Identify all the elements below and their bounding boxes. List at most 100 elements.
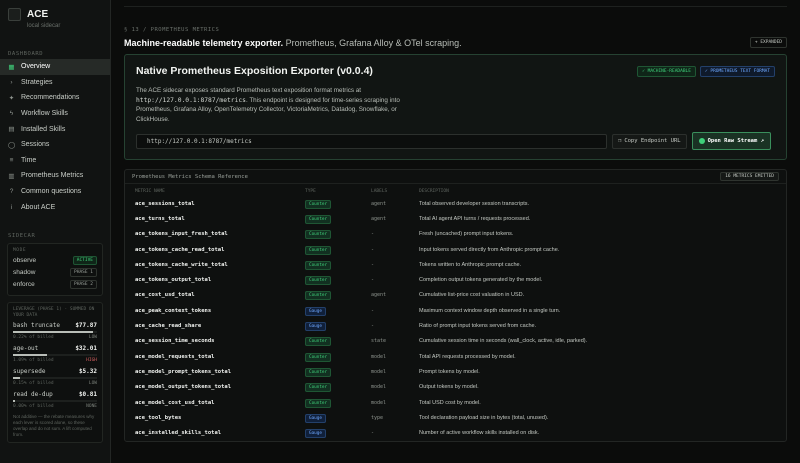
metric-type-cell: Counter [305, 334, 371, 349]
table-row[interactable]: ace_cost_usd_total Counter agent Cumulative… [125, 288, 786, 303]
metric-type-pill: Counter [305, 245, 332, 255]
sidebar-item-installed-skills[interactable]: ▤ Installed Skills [0, 121, 110, 137]
table-row[interactable]: ace_session_time_seconds Counter state Cumu… [125, 334, 786, 349]
metric-type-pill: Counter [305, 398, 332, 408]
sidebar-item-recommendations[interactable]: ✦ Recommendations [0, 90, 110, 106]
metric-type-pill: Gauge [305, 322, 326, 332]
table-row[interactable]: ace_model_output_tokens_total Counter mode… [125, 380, 786, 395]
leverage-name: read de-dup [13, 390, 53, 398]
sidebar-item-label: Prometheus Metrics [21, 172, 84, 180]
table-row[interactable]: ace_turns_total Counter agent Total AI agen… [125, 211, 786, 226]
sidebar-item-strategies[interactable]: › Strategies [0, 75, 110, 91]
schema-title: Prometheus Metrics Schema Reference [132, 173, 248, 180]
table-row[interactable]: ace_installed_skills_total Gauge - Number o… [125, 425, 786, 440]
leverage-bar [13, 330, 97, 333]
metric-labels: - [371, 277, 375, 284]
metric-type-pill: Counter [305, 276, 332, 286]
stack-icon: ▤ [8, 126, 15, 134]
leverage-share: 0.00% of billed [13, 403, 54, 409]
table-row[interactable]: ace_tokens_input_fresh_total Counter - Fres… [125, 227, 786, 242]
table-row[interactable]: ace_model_requests_total Counter model Tota… [125, 349, 786, 364]
metric-labels: agent [371, 200, 387, 207]
leverage-value: $77.87 [75, 321, 97, 329]
brand[interactable]: ACE [0, 0, 110, 21]
copy-icon: ❐ [618, 138, 622, 144]
metric-description: Output tokens by model. [419, 384, 479, 391]
mode-row-observe[interactable]: observe ACTIVE [13, 255, 97, 267]
leverage-name: bash truncate [13, 321, 60, 329]
leverage-item: supersede $5.32 0.15% of billed LOW [13, 368, 97, 386]
sidebar-item-overview[interactable]: ▦ Overview [0, 59, 110, 75]
table-row[interactable]: ace_tokens_cache_read_total Counter - Input… [125, 242, 786, 257]
copy-endpoint-button[interactable]: ❐ Copy Endpoint URL [612, 133, 687, 149]
sidebar-item-label: Overview [21, 63, 51, 71]
metric-labels: agent [371, 292, 387, 299]
sidebar-nav: ▦ Overview › Strategies ✦ Recommendations ϟ Wor… [0, 59, 110, 215]
table-row[interactable]: ace_tokens_cache_write_total Counter - Toke… [125, 257, 786, 272]
sidebar-item-label: Installed Skills [21, 125, 66, 133]
info-icon: i [10, 203, 13, 211]
leverage-item: read de-dup $0.81 0.00% of billed NONE [13, 391, 97, 409]
metric-name: ace_model_prompt_tokens_total [135, 368, 232, 375]
metric-labels: model [371, 353, 387, 360]
leverage-tag: NONE [86, 403, 97, 409]
metric-labels: state [371, 338, 387, 345]
metric-labels: model [371, 399, 387, 406]
main-content: § 13 / PROMETHEUS METRICS Machine-readab… [111, 0, 800, 463]
question-icon: ? [9, 188, 14, 196]
table-row[interactable]: ace_cache_read_share Gauge - Ratio of promp… [125, 318, 786, 333]
live-dot-icon [698, 138, 705, 144]
leverage-value: $32.01 [75, 344, 97, 352]
grid-icon: ▦ [8, 63, 15, 71]
metric-description: Cumulative list-price cost valuation in … [419, 292, 525, 299]
metric-name: ace_model_requests_total [135, 353, 215, 360]
metric-description: Prompt tokens by model. [419, 368, 480, 375]
metric-description: Input tokens served directly from Anthro… [419, 246, 560, 253]
open-raw-stream-button[interactable]: Open Raw Stream ↗ [691, 132, 771, 150]
sidebar-item-sessions[interactable]: ◯ Sessions [0, 137, 110, 153]
metric-type-cell: Counter [305, 257, 371, 272]
sidebar-item-prometheus-metrics[interactable]: ▥ Prometheus Metrics [0, 168, 110, 184]
mode-row-shadow[interactable]: shadow PHASE 1 [13, 267, 97, 279]
metric-description: Tokens written to Anthropic prompt cache… [419, 261, 522, 268]
expand-button[interactable]: + EXPANDED [749, 37, 787, 48]
leverage-tag: HIGH [86, 357, 97, 363]
metric-type-cell: Counter [305, 349, 371, 364]
sidebar-item-about-ace[interactable]: i About ACE [0, 199, 110, 215]
copy-endpoint-label: Copy Endpoint URL [624, 138, 681, 144]
metric-labels: - [371, 246, 375, 253]
metric-type-pill: Counter [305, 352, 332, 362]
open-raw-stream-label: Open Raw Stream ↗ [707, 138, 764, 144]
sidebar-item-label: Strategies [21, 78, 53, 86]
metrics-table: METRIC NAME TYPE LABELS DESCRIPTION ace_… [125, 184, 786, 441]
mode-row-enforce[interactable]: enforce PHASE 2 [13, 279, 97, 291]
metric-type-cell: Counter [305, 288, 371, 303]
sidebar-item-workflow-skills[interactable]: ϟ Workflow Skills [0, 106, 110, 122]
exporter-card: Native Prometheus Exposition Exporter (v… [124, 54, 787, 160]
sidebar-item-label: Recommendations [21, 94, 80, 102]
column-header-type: TYPE [305, 189, 316, 194]
leverage-item: age-out $32.01 1.09% of billed HIGH [13, 345, 97, 363]
metric-type-pill: Counter [305, 199, 332, 209]
metric-type-cell: Counter [305, 272, 371, 287]
table-row[interactable]: ace_sessions_total Counter agent Total obse… [125, 196, 786, 211]
sidebar: ACE local sidecar DASHBOARD ▦ Overview › St… [0, 0, 111, 463]
sidebar-item-time[interactable]: ≡ Time [0, 153, 110, 169]
leverage-name: supersede [13, 367, 46, 375]
endpoint-url-field[interactable]: http://127.0.0.1:8787/metrics [136, 133, 607, 149]
bolt-icon: ϟ [9, 110, 14, 118]
mode-panel: MODE observe ACTIVE shadow PHASE 1 enforce PH… [7, 242, 103, 296]
desc-part-1: The ACE sidecar exposes standard Prometh… [136, 87, 362, 94]
metric-type-cell: Gauge [305, 410, 371, 425]
metric-name: ace_tokens_cache_write_total [135, 261, 228, 268]
leverage-value: $5.32 [78, 367, 97, 375]
mode-heading: MODE [13, 247, 27, 253]
leverage-tag: LOW [88, 334, 97, 340]
table-row[interactable]: ace_model_cost_usd_total Counter model Tota… [125, 395, 786, 410]
table-row[interactable]: ace_tool_bytes Gauge type Tool declaration … [125, 410, 786, 425]
table-row[interactable]: ace_peak_context_tokens Gauge - Maximum con… [125, 303, 786, 318]
table-row[interactable]: ace_model_prompt_tokens_total Counter mode… [125, 364, 786, 379]
metric-type-cell: Counter [305, 380, 371, 395]
table-row[interactable]: ace_tokens_output_total Counter - Completio… [125, 272, 786, 287]
sidebar-item-common-questions[interactable]: ? Common questions [0, 184, 110, 200]
